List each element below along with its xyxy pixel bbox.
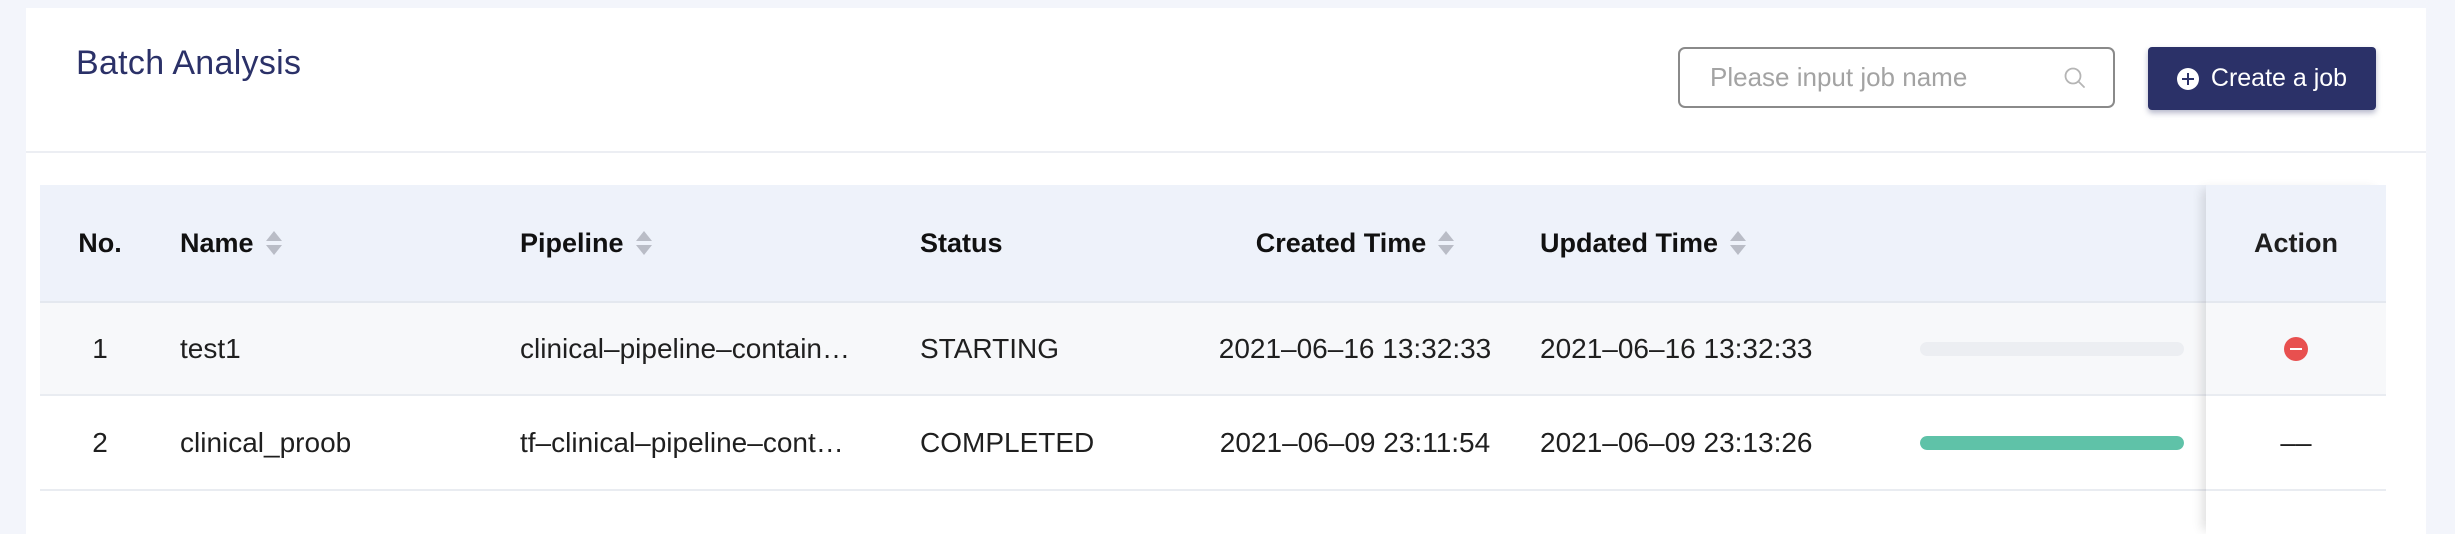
create-job-button[interactable]: Create a job (2148, 47, 2376, 110)
sort-icon[interactable] (1438, 230, 1455, 256)
row-pipeline: tf–clinical–pipeline–cont… (520, 426, 844, 458)
row-pipeline: clinical–pipeline–contain… (520, 332, 850, 364)
table-row[interactable]: 2 clinical_proob tf–clinical–pipeline–co… (40, 396, 2360, 491)
table-row[interactable]: 1 test1 clinical–pipeline–contain… START… (40, 301, 2360, 396)
sort-icon[interactable] (1730, 230, 1747, 256)
progress-bar (1920, 341, 2184, 356)
sort-icon[interactable] (635, 230, 652, 256)
progress-bar (1920, 435, 2184, 450)
column-status: Status (920, 227, 1003, 258)
row-action: –– (2206, 396, 2386, 491)
create-job-label: Create a job (2210, 64, 2348, 92)
search-input[interactable] (1680, 49, 2040, 106)
row-name: test1 (180, 332, 241, 364)
row-progress (1920, 396, 2250, 489)
row-progress (1920, 303, 2250, 394)
column-no: No. (78, 227, 122, 258)
search-box[interactable] (1678, 47, 2115, 108)
row-created-time: 2021–06–16 13:32:33 (1218, 332, 1492, 364)
row-name: clinical_proob (180, 426, 352, 458)
row-action[interactable] (2206, 301, 2386, 396)
column-pipeline[interactable]: Pipeline (520, 185, 890, 301)
jobs-table: No. Name Pipeline Status Created Time Up… (40, 185, 2360, 491)
column-updated-time[interactable]: Updated Time (1540, 185, 1880, 301)
column-name[interactable]: Name (180, 185, 500, 301)
row-updated-time: 2021–06–09 23:13:26 (1540, 426, 1813, 458)
row-status: COMPLETED (920, 426, 1095, 458)
page-header: Batch Analysis Create a job (26, 8, 2426, 153)
row-no: 1 (92, 332, 108, 364)
row-no: 2 (92, 426, 108, 458)
row-created-time: 2021–06–09 23:11:54 (1219, 426, 1491, 458)
row-status: STARTING (920, 332, 1059, 364)
column-created-time[interactable]: Created Time (1190, 185, 1520, 301)
table-header: No. Name Pipeline Status Created Time Up… (40, 185, 2360, 301)
search-icon[interactable] (2063, 66, 2087, 90)
page-title: Batch Analysis (76, 44, 302, 82)
sort-icon[interactable] (265, 230, 282, 256)
stop-job-icon[interactable] (2284, 336, 2308, 361)
column-action: Action (2206, 185, 2386, 301)
action-column: Action –– (2206, 185, 2386, 534)
row-updated-time: 2021–06–16 13:32:33 (1540, 332, 1813, 364)
plus-circle-icon (2176, 67, 2199, 90)
